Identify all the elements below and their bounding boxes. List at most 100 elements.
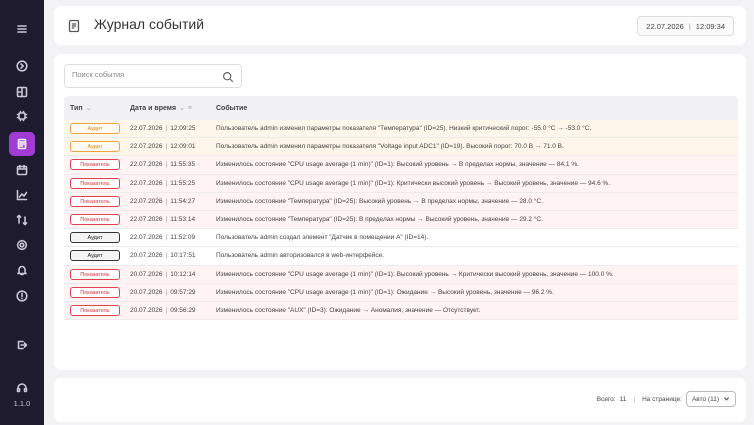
row-datetime-separator: | <box>165 179 168 187</box>
column-event: Событие <box>214 105 738 112</box>
row-datetime-cell: 20.07.2026 | 09:57:29 <box>128 289 214 296</box>
row-date: 22.07.2026 <box>130 125 163 133</box>
datetime-display: 22.07.2026 | 12:09:34 <box>637 16 734 36</box>
row-datetime-cell: 22.07.2026 | 11:55:25 <box>128 180 214 187</box>
row-time: 11:54:27 <box>170 197 196 205</box>
row-datetime-separator: | <box>165 161 168 169</box>
per-page-label: На странице: <box>642 395 682 403</box>
row-time: 11:55:25 <box>170 179 196 187</box>
row-datetime-cell: 22.07.2026 | 11:52:09 <box>128 234 214 241</box>
menu-icon[interactable] <box>14 21 30 37</box>
row-datetime-separator: | <box>165 234 168 242</box>
row-time: 09:56:29 <box>170 306 196 314</box>
type-badge: Показатель <box>70 159 120 171</box>
total-count: 11 <box>619 395 627 403</box>
row-datetime-separator: | <box>165 125 168 133</box>
event-log-icon[interactable] <box>14 136 30 152</box>
column-event-label: Событие <box>216 104 248 112</box>
logout-icon[interactable] <box>14 337 30 353</box>
chevron-down-icon <box>723 395 730 404</box>
row-time: 11:53:14 <box>170 216 196 224</box>
info-icon[interactable] <box>14 288 30 304</box>
row-datetime-cell: 20.07.2026 | 10:12:14 <box>128 271 214 278</box>
column-datetime[interactable]: Дата и время ⌄ ≡ <box>128 104 214 113</box>
current-date: 22.07.2026 <box>646 21 684 31</box>
document-icon <box>66 18 82 34</box>
row-datetime-cell: 20.07.2026 | 10:17:51 <box>128 252 214 259</box>
events-panel: Тип ⌄ Дата и время ⌄ ≡ Событие Аудит 22.0… <box>54 54 746 370</box>
row-datetime-cell: 22.07.2026 | 12:09:25 <box>128 125 214 132</box>
per-page-value: Авто (11) <box>691 395 719 403</box>
row-type-cell: Показатель <box>64 195 128 207</box>
table-row[interactable]: Аудит 22.07.2026 | 12:09:25 Пользователь adm… <box>64 120 738 139</box>
chevron-down-icon[interactable]: ⌄ <box>179 104 185 112</box>
table-row[interactable]: Показатель 22.07.2026 | 11:54:27 Изменилось … <box>64 192 738 211</box>
bell-icon[interactable] <box>14 262 30 278</box>
type-badge: Аудит <box>70 232 120 244</box>
per-page-select[interactable]: Авто (11) <box>685 391 736 407</box>
support-icon[interactable] <box>14 380 30 396</box>
row-time: 11:52:09 <box>170 234 196 242</box>
row-type-cell: Аудит <box>64 123 128 135</box>
dashboard-icon[interactable] <box>14 84 30 100</box>
table-row[interactable]: Показатель 22.07.2026 | 11:55:25 Изменилось … <box>64 174 738 193</box>
row-event-text: Изменилось состояние "Температура" (ID=2… <box>216 197 543 205</box>
column-type-label: Тип <box>70 104 83 112</box>
play-circle-icon[interactable] <box>14 58 30 74</box>
table-row[interactable]: Показатель 22.07.2026 | 11:55:35 Изменилось … <box>64 156 738 175</box>
settings-icon[interactable] <box>14 237 30 253</box>
current-time: 12:09:34 <box>695 21 725 31</box>
row-date: 20.07.2026 <box>130 288 163 296</box>
row-date: 22.07.2026 <box>130 216 163 224</box>
row-event-text: Изменилось состояние "Температура" (ID=2… <box>216 216 543 224</box>
row-datetime-cell: 22.07.2026 | 11:53:14 <box>128 216 214 223</box>
row-date: 20.07.2026 <box>130 252 163 260</box>
pagination-info: Всего: 11 | На странице: Авто (11) <box>597 391 736 407</box>
table-row[interactable]: Показатель 22.07.2026 | 11:53:14 Изменилось … <box>64 210 738 230</box>
calendar-icon[interactable] <box>14 162 30 178</box>
row-event-text: Изменилось состояние "CPU usage average … <box>216 161 579 169</box>
search-icon[interactable] <box>222 70 234 83</box>
datetime-separator: | <box>688 21 691 31</box>
table-row[interactable]: Аудит 22.07.2026 | 12:09:01 Пользователь adm… <box>64 138 738 157</box>
table-row[interactable]: Аудит 22.07.2026 | 11:52:09 Пользователь adm… <box>64 229 738 248</box>
row-type-cell: Показатель <box>64 159 128 171</box>
row-date: 22.07.2026 <box>130 143 163 151</box>
type-badge: Показатель <box>70 177 120 189</box>
chevron-down-icon[interactable]: ⌄ <box>86 104 92 112</box>
row-time: 09:57:29 <box>170 288 196 296</box>
type-badge: Показатель <box>70 268 120 280</box>
sync-icon[interactable] <box>14 212 30 228</box>
search-input[interactable] <box>72 70 212 79</box>
sidebar: 1.1.0 <box>0 0 44 425</box>
table-row[interactable]: Показатель 20.07.2026 | 09:56:29 Изменилось … <box>64 301 738 321</box>
app-version: 1.1.0 <box>13 399 31 408</box>
events-table: Тип ⌄ Дата и время ⌄ ≡ Событие Аудит 22.0… <box>64 96 738 321</box>
row-event-text: Пользователь admin изменил параметры пок… <box>216 125 592 133</box>
row-datetime-separator: | <box>165 270 168 278</box>
row-datetime-cell: 22.07.2026 | 11:54:27 <box>128 198 214 205</box>
row-datetime-cell: 22.07.2026 | 12:09:01 <box>128 143 214 150</box>
row-event-text: Пользователь admin авторизовался в web-и… <box>216 252 385 260</box>
chip-icon[interactable] <box>14 108 30 124</box>
page-title: Журнал событий <box>94 16 205 32</box>
column-type[interactable]: Тип ⌄ <box>64 104 128 113</box>
type-badge: Аудит <box>70 141 120 153</box>
filter-icon[interactable]: ≡ <box>188 105 192 112</box>
type-badge: Аудит <box>70 123 120 135</box>
column-datetime-label: Дата и время <box>130 104 177 112</box>
row-datetime-separator: | <box>165 143 168 151</box>
row-type-cell: Аудит <box>64 232 128 244</box>
table-row[interactable]: Аудит 20.07.2026 | 10:17:51 Пользователь adm… <box>64 247 738 266</box>
row-type-cell: Показатель <box>64 304 128 316</box>
table-row[interactable]: Показатель 20.07.2026 | 10:12:14 Изменилось … <box>64 265 738 284</box>
row-datetime-separator: | <box>165 197 168 205</box>
total-label: Всего: <box>596 395 616 403</box>
type-badge: Показатель <box>70 214 120 226</box>
row-time: 10:17:51 <box>170 252 196 260</box>
row-datetime-separator: | <box>165 288 168 296</box>
chart-icon[interactable] <box>14 187 30 203</box>
row-datetime-separator: | <box>165 216 168 224</box>
table-row[interactable]: Показатель 20.07.2026 | 09:57:29 Изменилось … <box>64 283 738 302</box>
pagination-separator: | <box>633 395 636 403</box>
